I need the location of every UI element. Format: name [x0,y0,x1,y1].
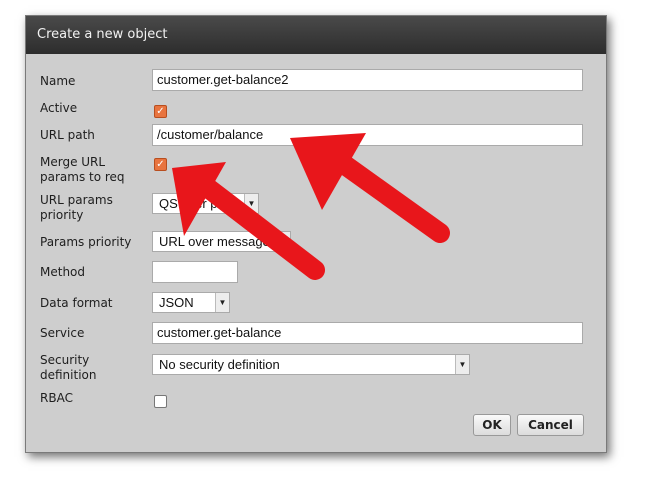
service-input[interactable]: customer.get-balance [152,322,583,344]
url-params-priority-label: URL params priority [40,193,150,223]
create-object-dialog: Create a new object Name customer.get-ba… [25,15,607,453]
security-definition-label: Security definition [40,353,150,383]
security-definition-select[interactable]: No security definition ▼ [152,354,470,375]
service-label: Service [40,326,85,340]
active-checkbox[interactable]: ✓ [154,105,167,118]
method-input[interactable] [152,261,238,283]
rbac-label: RBAC [40,391,73,405]
url-path-label: URL path [40,128,95,142]
params-priority-select[interactable]: URL over message ▼ [152,231,291,252]
rbac-checkbox[interactable] [154,395,167,408]
dialog-title: Create a new object [26,16,606,54]
name-input[interactable]: customer.get-balance2 [152,69,583,91]
url-params-priority-label-line1: URL params [40,193,113,207]
params-priority-label: Params priority [40,235,132,249]
cancel-button[interactable]: Cancel [517,414,584,436]
security-definition-label-line2: definition [40,368,97,382]
merge-url-params-label: Merge URL params to req [40,155,150,185]
ok-button[interactable]: OK [473,414,511,436]
chevron-down-icon: ▼ [215,293,229,312]
params-priority-value: URL over message [159,234,270,249]
data-format-select[interactable]: JSON ▼ [152,292,230,313]
active-label: Active [40,101,78,115]
merge-url-params-label-line2: params to req [40,170,125,184]
method-label: Method [40,265,86,279]
url-params-priority-value: QS over path [159,196,236,211]
merge-url-params-label-line1: Merge URL [40,155,106,169]
url-params-priority-label-line2: priority [40,208,84,222]
chevron-down-icon: ▼ [276,232,290,251]
chevron-down-icon: ▼ [455,355,469,374]
name-label: Name [40,74,76,88]
merge-url-params-checkbox[interactable]: ✓ [154,158,167,171]
data-format-value: JSON [159,295,194,310]
url-params-priority-select[interactable]: QS over path ▼ [152,193,259,214]
url-path-input[interactable]: /customer/balance [152,124,583,146]
security-definition-value: No security definition [159,357,280,372]
security-definition-label-line1: Security [40,353,90,367]
chevron-down-icon: ▼ [244,194,258,213]
data-format-label: Data format [40,296,113,310]
